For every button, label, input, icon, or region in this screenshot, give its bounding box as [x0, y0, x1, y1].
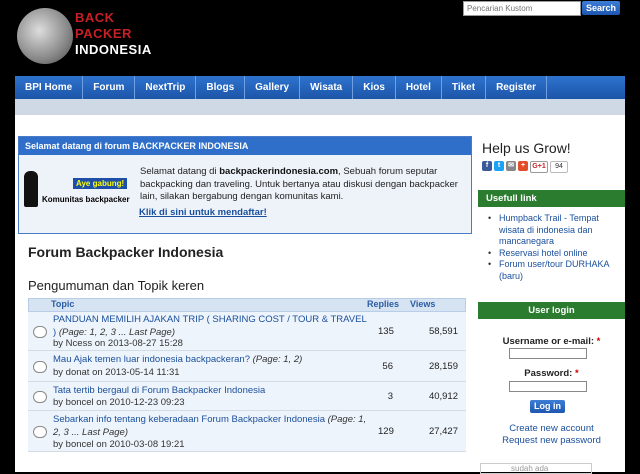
nav-forum[interactable]: Forum: [83, 76, 136, 99]
topic-title-link[interactable]: Tata tertib bergaul di Forum Backpacker …: [53, 385, 265, 396]
table-row: Mau Ajak temen luar indonesia backpacker…: [28, 351, 466, 382]
nav-hotel[interactable]: Hotel: [396, 76, 442, 99]
welcome-box: Selamat datang di forum BACKPACKER INDON…: [18, 136, 472, 234]
topic-views: 28,159: [428, 361, 458, 372]
share-buttons: f t ✉ + G+1 94: [482, 161, 568, 173]
table-row: Sebarkan info tentang keberadaan Forum B…: [28, 411, 466, 452]
nav-kios[interactable]: Kios: [353, 76, 396, 99]
logo-globe-icon: [17, 8, 73, 64]
plus-share-icon[interactable]: +: [518, 161, 528, 171]
topic-sticky-icon: [33, 426, 47, 438]
topics-table: Topic Replies Views PANDUAN MEMILIH AJAK…: [28, 298, 466, 452]
logo-line-2: PACKER: [75, 26, 132, 41]
username-label: Username or e-mail: *: [502, 336, 601, 347]
help-us-grow-title: Help us Grow!: [482, 140, 571, 156]
password-label: Password: *: [524, 368, 579, 379]
ad-box[interactable]: sudah ada: [480, 463, 592, 474]
topic-views: 40,912: [428, 391, 458, 402]
welcome-text: Selamat datang di backpackerindonesia.co…: [140, 166, 458, 202]
site-header: BACK PACKER INDONESIA Search: [0, 0, 640, 74]
topic-title-link[interactable]: Sebarkan info tentang keberadaan Forum B…: [53, 414, 325, 425]
nav-register[interactable]: Register: [486, 76, 548, 99]
request-password-link[interactable]: Request new password: [478, 435, 625, 446]
facebook-icon[interactable]: f: [482, 161, 492, 171]
nav-nexttrip[interactable]: NextTrip: [135, 76, 197, 99]
topic-replies: 135: [378, 326, 394, 337]
search-input[interactable]: [463, 1, 581, 16]
site-logo[interactable]: BACK PACKER INDONESIA: [17, 6, 151, 64]
section-title: Pengumuman dan Topik keren: [28, 278, 205, 293]
twitter-icon[interactable]: t: [494, 161, 504, 171]
create-account-link[interactable]: Create new account: [478, 423, 625, 434]
google-plus-one-button[interactable]: G+1: [530, 161, 548, 173]
logo-line-1: BACK: [75, 10, 115, 25]
search-button[interactable]: Search: [582, 1, 620, 15]
usefull-link-item[interactable]: Reservasi hotel online: [482, 248, 622, 260]
usefull-link-item[interactable]: Forum user/tour DURHAKA (baru): [482, 259, 622, 282]
search-box: Search: [463, 1, 620, 16]
sub-nav-bar: [15, 99, 625, 116]
usefull-link-header: Usefull link: [478, 190, 625, 207]
usefull-link-item[interactable]: Humpback Trail - Tempat wisata di indone…: [482, 213, 622, 248]
col-views[interactable]: Views: [410, 299, 435, 309]
table-row: Tata tertib bergaul di Forum Backpacker …: [28, 382, 466, 411]
topic-sticky-icon: [33, 391, 47, 403]
table-header: Topic Replies Views: [28, 298, 466, 312]
community-label: Komunitas backpacker: [42, 195, 130, 204]
community-logo: Aye gabung! Komunitas backpacker: [22, 161, 138, 211]
topic-sticky-icon: [33, 361, 47, 373]
col-topic[interactable]: Topic: [51, 299, 74, 309]
topic-replies: 3: [387, 391, 393, 402]
forum-title: Forum Backpacker Indonesia: [28, 244, 224, 260]
nav-gallery[interactable]: Gallery: [245, 76, 301, 99]
usefull-link-list: Humpback Trail - Tempat wisata di indone…: [482, 213, 622, 282]
nav-wisata[interactable]: Wisata: [300, 76, 354, 99]
topic-replies: 129: [378, 426, 394, 437]
logo-line-3: INDONESIA: [75, 42, 152, 57]
topic-author: by boncel on 2010-03-08 19:21: [53, 439, 185, 450]
nav-blogs[interactable]: Blogs: [196, 76, 246, 99]
topic-views: 27,427: [428, 426, 458, 437]
nav-bpi-home[interactable]: BPI Home: [15, 76, 84, 99]
email-icon[interactable]: ✉: [506, 161, 516, 171]
join-badge: Aye gabung!: [73, 178, 128, 189]
topic-replies: 56: [382, 361, 393, 372]
col-replies[interactable]: Replies: [367, 299, 399, 309]
topic-title-link[interactable]: Mau Ajak temen luar indonesia backpacker…: [53, 354, 250, 365]
topic-sticky-icon: [33, 326, 47, 338]
user-login-header: User login: [478, 302, 625, 319]
topic-pages[interactable]: (Page: 1, 2, 3 ... Last Page): [59, 327, 175, 338]
site-name: backpackerindonesia.com: [219, 166, 339, 177]
username-field[interactable]: [509, 348, 587, 359]
share-count: 94: [550, 161, 568, 173]
topic-author: by donat on 2013-05-14 11:31: [53, 367, 180, 378]
nav-tiket[interactable]: Tiket: [442, 76, 487, 99]
table-row: PANDUAN MEMILIH AJAKAN TRIP ( SHARING CO…: [28, 312, 466, 351]
topic-views: 58,591: [428, 326, 458, 337]
welcome-title: Selamat datang di forum BACKPACKER INDON…: [19, 137, 471, 155]
password-field[interactable]: [509, 381, 587, 392]
topic-pages[interactable]: (Page: 1, 2): [253, 354, 303, 365]
backpacker-figure-icon: [24, 171, 38, 207]
topic-author: by Ncess on 2013-08-27 15:28: [53, 338, 183, 349]
main-nav: BPI Home Forum NextTrip Blogs Gallery Wi…: [15, 76, 625, 99]
topic-author: by boncel on 2010-12-23 09:23: [53, 397, 185, 408]
login-button[interactable]: Log in: [530, 400, 565, 413]
register-link[interactable]: Klik di sini untuk mendaftar!: [139, 207, 267, 218]
